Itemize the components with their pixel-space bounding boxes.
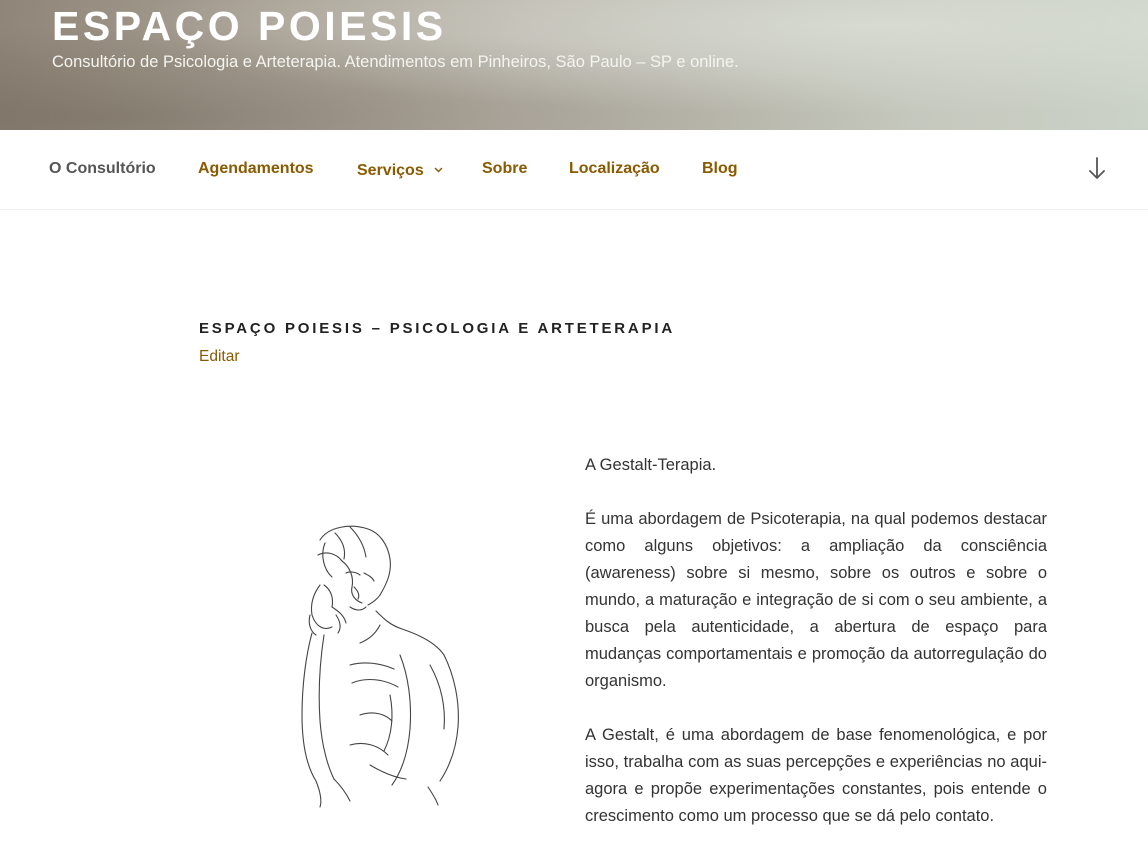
site-description: Consultório de Psicologia e Arteterapia.…: [52, 53, 739, 71]
site-title[interactable]: ESPAÇO POIESIS: [52, 2, 447, 50]
site-header: ESPAÇO POIESIS Consultório de Psicologia…: [0, 0, 1148, 130]
nav-item-blog[interactable]: Blog: [702, 159, 738, 179]
content-paragraph: A Gestalt, é uma abordagem de base fenom…: [585, 726, 1047, 825]
arrow-down-icon[interactable]: [1086, 156, 1108, 182]
nav-item-o-consultorio[interactable]: O Consultório: [49, 159, 156, 179]
page-title: ESPAÇO POIESIS – PSICOLOGIA E ARTETERAPI…: [199, 320, 675, 337]
chevron-down-icon[interactable]: [434, 159, 443, 179]
nav-item-localizacao[interactable]: Localização: [569, 159, 660, 179]
nav-item-sobre[interactable]: Sobre: [482, 159, 527, 179]
nav-item-label: Agendamentos: [198, 160, 314, 177]
nav-item-label: Localização: [569, 160, 660, 177]
nav-item-label: Serviços: [357, 162, 424, 179]
nav-item-agendamentos[interactable]: Agendamentos: [198, 159, 314, 179]
edit-link[interactable]: Editar: [199, 347, 240, 367]
content-paragraph: É uma abordagem de Psicoterapia, na qual…: [585, 510, 1047, 690]
nav-item-label: Sobre: [482, 160, 528, 177]
nav-item-label: O Consultório: [49, 160, 156, 177]
line-drawing-image: [280, 515, 480, 815]
entry-content: A Gestalt-Terapia. É uma abordagem de Ps…: [585, 452, 1047, 857]
content-paragraph: A Gestalt-Terapia.: [585, 456, 717, 474]
nav-item-servicos[interactable]: Serviços: [357, 159, 443, 181]
main-navigation: O Consultório Agendamentos Serviços Sobr…: [0, 130, 1148, 210]
nav-item-label: Blog: [702, 160, 738, 177]
